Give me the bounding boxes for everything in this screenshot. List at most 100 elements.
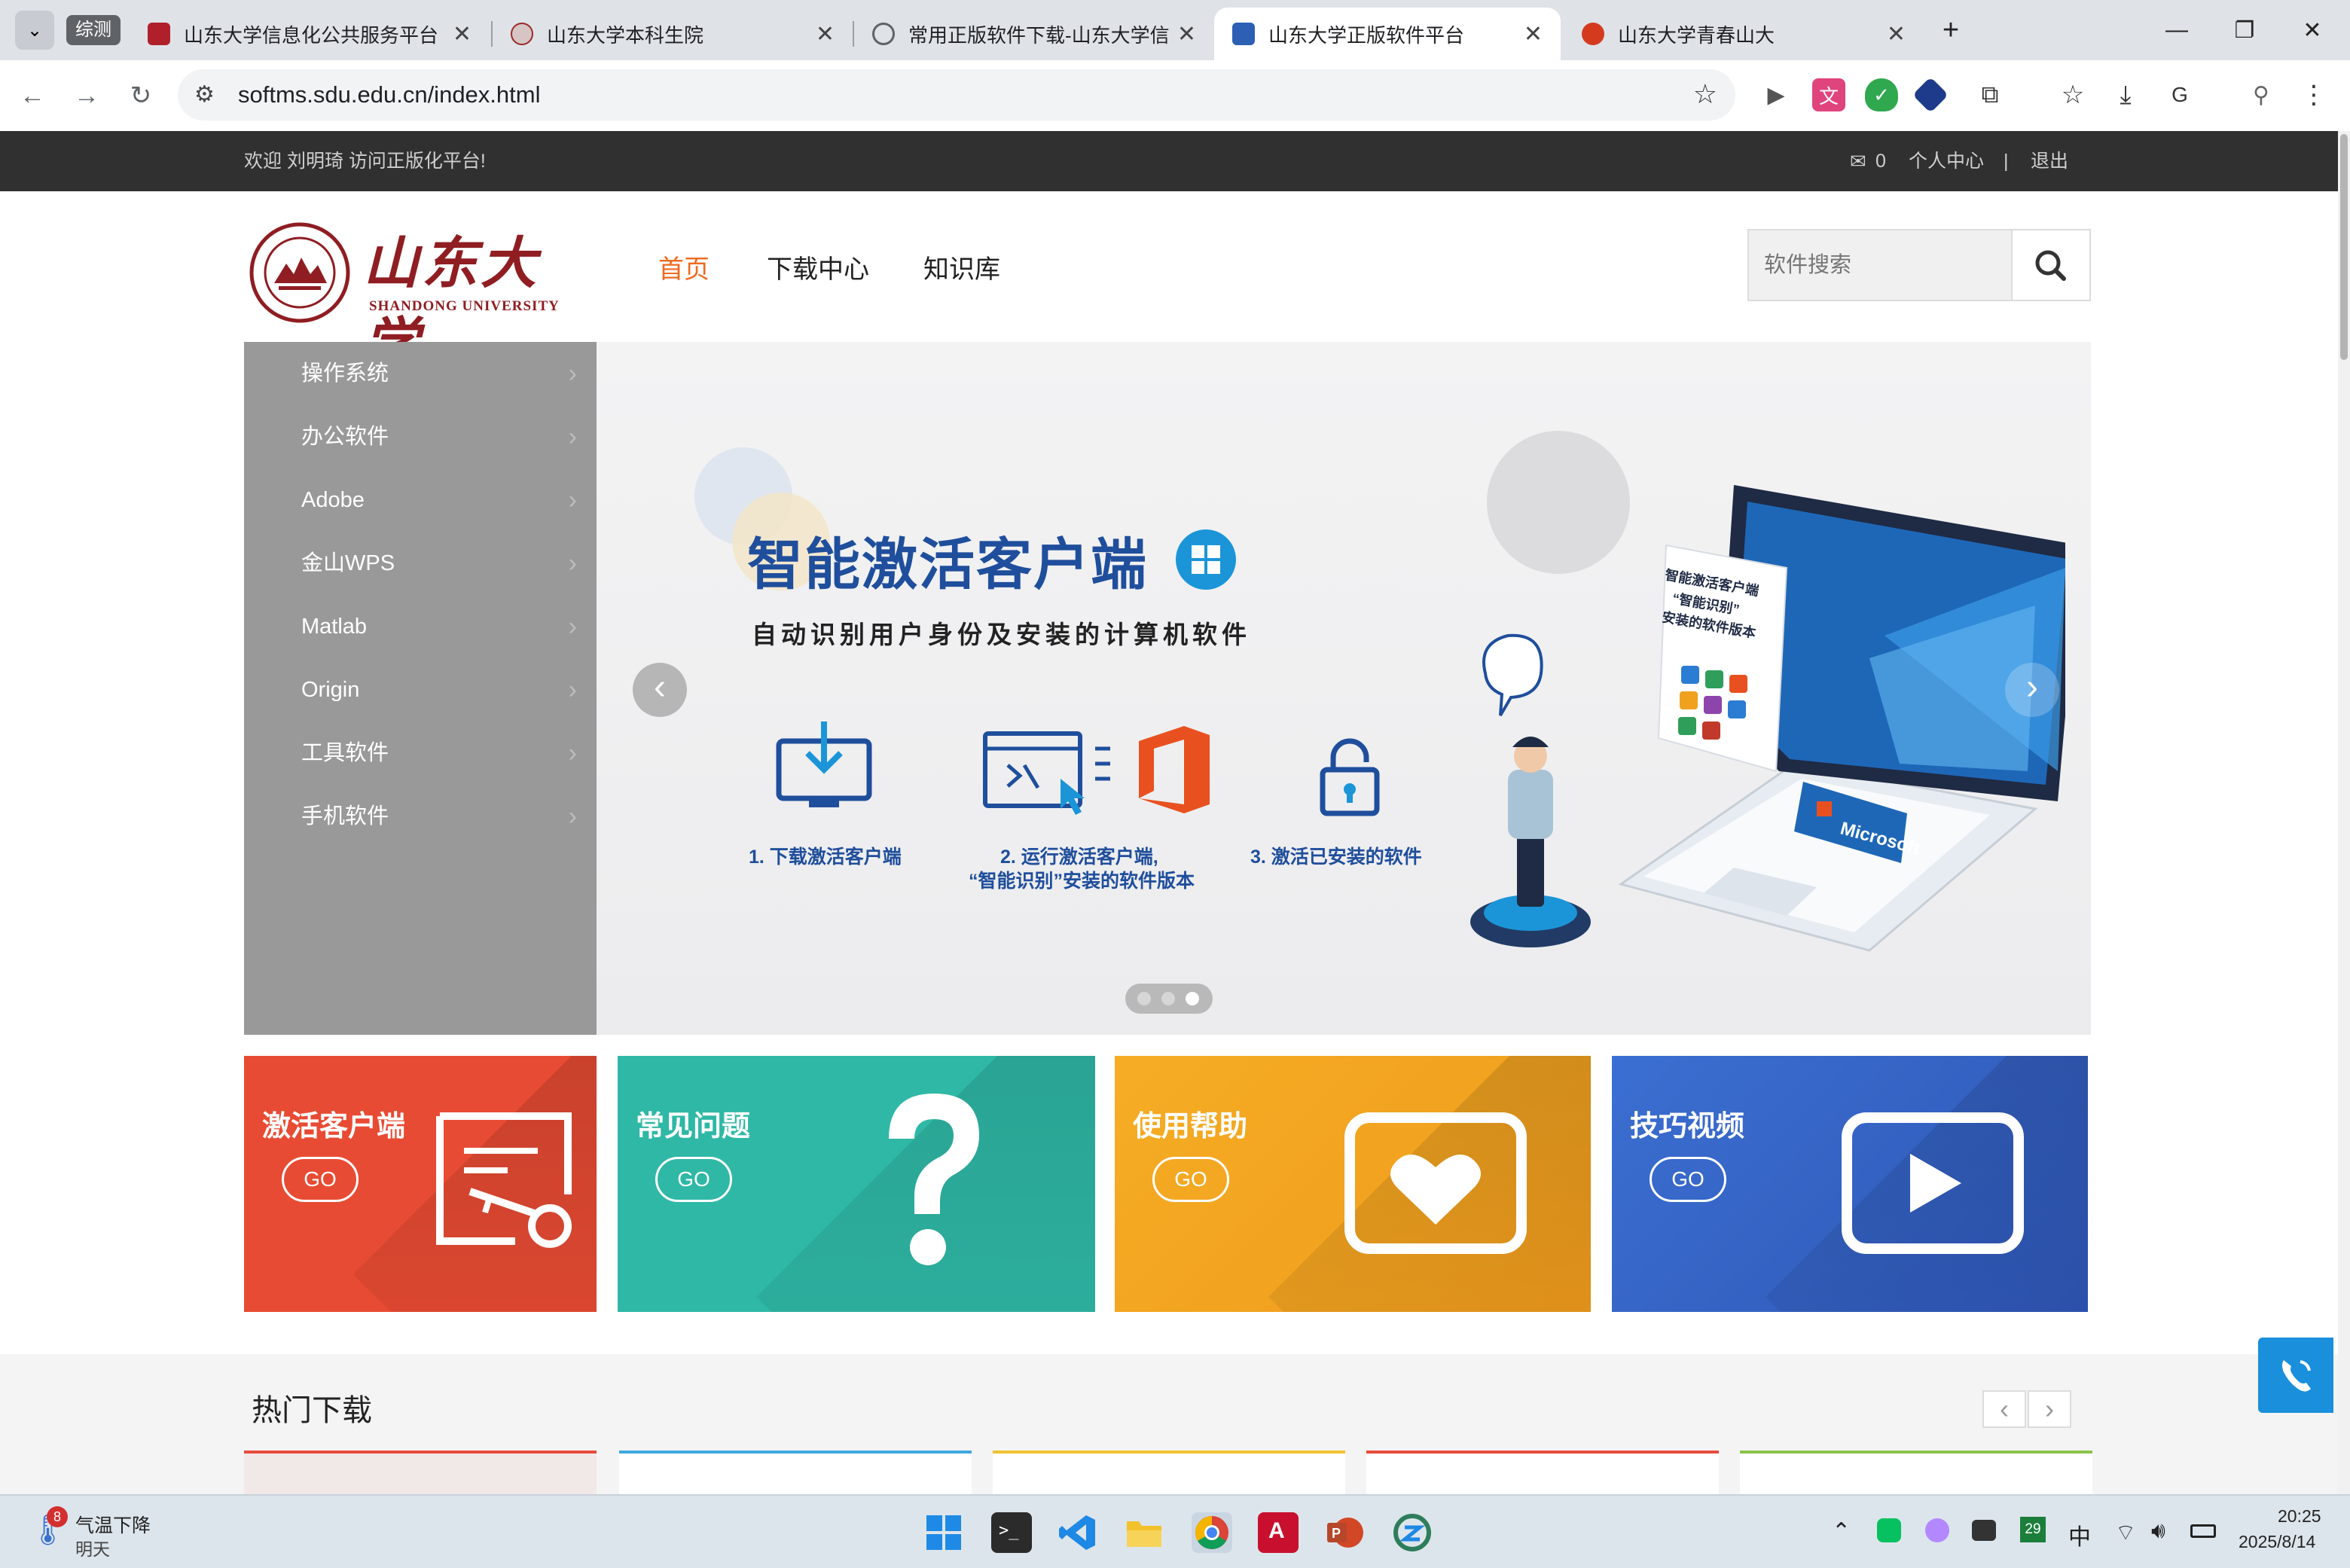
tile-go-button[interactable]: GO [1152,1157,1229,1202]
hot-prev-button[interactable]: ‹ [1982,1390,2026,1428]
scrollbar-thumb[interactable] [2340,134,2348,360]
restore-button[interactable]: ❐ [2214,8,2275,53]
chevron-left-icon: ‹ [2000,1393,2009,1424]
terminal-icon[interactable]: >_ [991,1512,1032,1553]
download-icon[interactable]: ⤓ [2109,78,2142,111]
hot-card[interactable] [1740,1451,2092,1499]
search-input[interactable] [1749,230,2013,300]
hot-card[interactable] [1366,1451,1719,1499]
nav-download-center[interactable]: 下载中心 [767,249,869,285]
chrome-icon[interactable] [1192,1512,1232,1553]
translate-extension-icon[interactable]: 文 [1812,78,1845,111]
url-text[interactable]: softms.sdu.edu.cn/index.html [238,69,540,120]
tile-tip-videos[interactable]: 技巧视频 GO [1612,1056,2088,1312]
back-button[interactable]: ← [14,77,51,114]
user-center-link[interactable]: 个人中心 [1909,131,1984,191]
youth-favicon-icon [1582,23,1604,45]
clock-time[interactable]: 20:25 [2278,1506,2321,1527]
category-item-origin[interactable]: Origin › [244,658,597,721]
profile-icon[interactable]: ⚲ [2245,78,2278,111]
tile-go-button[interactable]: GO [282,1157,359,1202]
vscode-icon[interactable] [1058,1512,1098,1553]
tab-undergrad[interactable]: 山东大学本科生院 ✕ [493,8,853,60]
volume-icon[interactable]: 🔊︎ [2151,1518,2165,1544]
hex-extension-icon[interactable] [1912,76,1949,114]
weather-widget[interactable]: 🌡 8 气温下降 明天 [29,1506,179,1559]
wechat-icon[interactable] [1877,1518,1901,1542]
bookmarks-icon[interactable]: ☆ [2056,78,2089,111]
site-info-icon[interactable]: ⚙ [194,81,215,108]
file-explorer-icon[interactable] [1124,1512,1164,1553]
app-tray-icon[interactable] [1925,1518,1949,1542]
bookmark-star-icon[interactable]: ☆ [1693,78,1717,110]
tab-software-platform[interactable]: 山东大学正版软件平台 ✕ [1214,8,1561,60]
hot-downloads-title: 热门下载 [252,1394,372,1427]
battery-icon[interactable] [2190,1524,2216,1538]
extensions-puzzle-icon[interactable]: ⧉ [1973,78,2007,111]
menu-dots-icon[interactable]: ⋮ [2297,78,2330,111]
start-windows-icon[interactable] [923,1512,964,1553]
new-tab-button[interactable]: + [1931,11,1970,50]
carousel-dot-3[interactable] [1186,992,1199,1005]
carousel-dot-1[interactable] [1137,992,1151,1005]
close-icon[interactable]: ✕ [816,21,835,47]
carousel-prev-button[interactable]: ‹ [633,663,687,717]
ime-indicator[interactable]: 中 [2068,1518,2091,1551]
tile-activation-client[interactable]: 激活客户端 GO [244,1056,597,1312]
shield-extension-icon[interactable]: ✓ [1865,78,1898,111]
close-icon[interactable]: ✕ [1524,21,1543,47]
carousel-next-button[interactable]: › [2005,663,2059,717]
contact-phone-button[interactable] [2258,1338,2333,1413]
omnibox[interactable]: ⚙ softms.sdu.edu.cn/index.html ☆ [178,69,1735,120]
reload-button[interactable]: ↻ [122,77,160,114]
calendar-tray-icon[interactable]: 29 [2020,1517,2046,1542]
clock-date[interactable]: 2025/8/14 [2239,1532,2315,1552]
page-scrollbar[interactable] [2338,131,2350,1494]
powerpoint-icon[interactable]: P [1324,1512,1365,1553]
chevron-right-icon: › [568,423,577,451]
tab-search-button[interactable]: ⌄ [15,11,54,50]
mail-icon[interactable]: ✉ [1850,131,1866,191]
tile-go-button[interactable]: GO [1650,1157,1726,1202]
pdf-reader-icon[interactable]: A [1258,1512,1299,1553]
category-item-os[interactable]: 操作系统 › [244,342,597,405]
hot-next-button[interactable]: › [2028,1390,2071,1428]
category-item-matlab[interactable]: Matlab › [244,595,597,658]
mail-count[interactable]: 0 [1875,131,1886,191]
tab-software-download[interactable]: 常用正版软件下载-山东大学信息 ✕ [854,8,1214,60]
logout-link[interactable]: 退出 [2031,131,2068,191]
category-item-mobile[interactable]: 手机软件 › [244,785,597,848]
tile-title: 激活客户端 [262,1111,406,1142]
tile-title: 使用帮助 [1133,1111,1248,1142]
category-item-office[interactable]: 办公软件 › [244,405,597,468]
close-icon[interactable]: ✕ [1177,21,1196,47]
tab-sdu-info[interactable]: 山东大学信息化公共服务平台 ✕ [130,8,490,60]
tile-faq[interactable]: 常见问题 GO [618,1056,1095,1312]
minimize-button[interactable]: — [2147,8,2207,53]
category-item-wps[interactable]: 金山WPS › [244,532,597,595]
university-logo[interactable]: 山东大学 SHANDONG UNIVERSITY [249,218,572,377]
close-window-button[interactable]: ✕ [2282,8,2342,53]
tab-group-label[interactable]: 综测 [66,15,121,45]
tile-user-help[interactable]: 使用帮助 GO [1115,1056,1591,1312]
tile-go-button[interactable]: GO [655,1157,732,1202]
wifi-icon[interactable]: ⌔ [2115,1518,2136,1547]
close-icon[interactable]: ✕ [1887,21,1906,47]
search-button[interactable] [2011,230,2089,300]
hot-card[interactable] [993,1451,1345,1499]
play-extension-icon[interactable]: ▶ [1759,78,1793,111]
translate-page-icon[interactable]: G [2163,78,2196,111]
vpn-client-icon[interactable] [1392,1512,1433,1553]
tray-overflow-icon[interactable]: ⌃ [1832,1518,1851,1545]
category-item-adobe[interactable]: Adobe › [244,468,597,532]
nav-home[interactable]: 首页 [658,249,710,285]
hot-card[interactable] [244,1451,597,1499]
toggle-tray-icon[interactable] [1972,1520,1996,1541]
hot-card[interactable] [619,1451,972,1499]
tab-youth-sdu[interactable]: 山东大学青春山大 ✕ [1564,8,1924,60]
category-item-tools[interactable]: 工具软件 › [244,721,597,785]
carousel-dot-2[interactable] [1161,992,1175,1005]
nav-knowledge-base[interactable]: 知识库 [923,249,1000,285]
forward-button[interactable]: → [68,77,105,114]
close-icon[interactable]: ✕ [453,21,472,47]
